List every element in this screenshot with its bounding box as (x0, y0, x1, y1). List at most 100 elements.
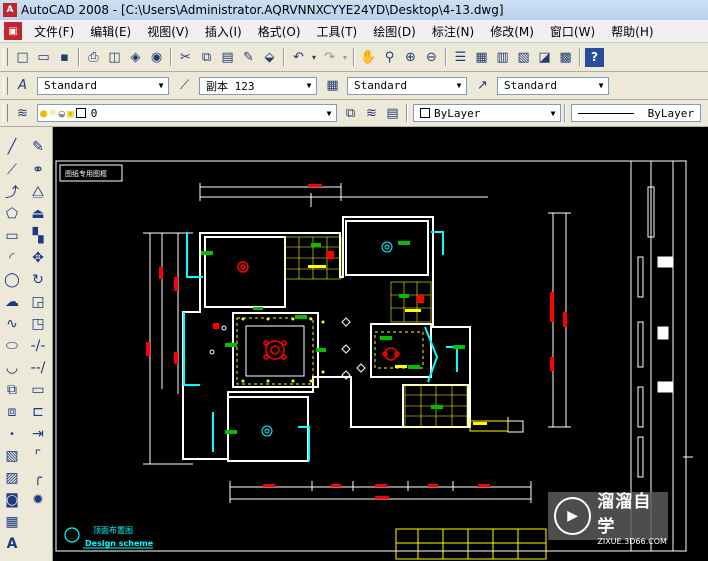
multileader-style-icon[interactable]: ↗ (473, 76, 492, 95)
menu-draw[interactable]: 绘图(D) (365, 23, 424, 40)
layer-select[interactable]: ● ☼ ◒ ▣ 0 ▼ (37, 104, 337, 122)
gradient-icon[interactable]: ▨ (2, 468, 22, 488)
multiline-text-icon[interactable]: A (2, 534, 22, 554)
offset-icon[interactable]: ⏏ (28, 204, 48, 224)
polyline-icon[interactable]: ⤴ (2, 182, 22, 202)
menu-format[interactable]: 格式(O) (250, 23, 309, 40)
chevron-down-icon[interactable]: ▼ (322, 105, 336, 121)
rectangle-icon[interactable]: ▭ (2, 226, 22, 246)
zoom-window-icon[interactable]: ⊕ (401, 48, 420, 67)
open-file-icon[interactable]: ▭ (34, 48, 53, 67)
move-icon[interactable]: ✥ (28, 248, 48, 268)
mirror-icon[interactable]: ⧋ (28, 182, 48, 202)
redo-icon[interactable]: ↷ (320, 48, 339, 67)
circle-icon[interactable]: ◯ (2, 270, 22, 290)
color-select[interactable]: ByLayer ▼ (413, 104, 561, 122)
hatch-icon[interactable]: ▧ (2, 446, 22, 466)
layer-states-icon[interactable]: ▤ (383, 104, 402, 123)
dim-style-select[interactable]: 副本 123 ▼ (199, 76, 317, 95)
tool-palettes-icon[interactable]: ▥ (493, 48, 512, 67)
extend-icon[interactable]: --/ (28, 358, 48, 378)
help-icon[interactable]: ? (585, 47, 604, 67)
erase-icon[interactable]: ✎ (28, 137, 48, 157)
copy-object-icon[interactable]: ⚭ (28, 160, 48, 180)
table-style-icon[interactable]: ▦ (323, 76, 342, 95)
properties-icon[interactable]: ☰ (451, 48, 470, 67)
calculator-icon[interactable]: ▩ (556, 48, 575, 67)
layer-manager-icon[interactable]: ≋ (13, 104, 32, 123)
menu-view[interactable]: 视图(V) (139, 23, 197, 40)
polygon-icon[interactable]: ⬠ (2, 204, 22, 224)
construction-line-icon[interactable]: ⟋ (2, 160, 22, 180)
text-style-icon[interactable]: A (13, 76, 32, 95)
cut-icon[interactable]: ✂ (176, 48, 195, 67)
zoom-realtime-icon[interactable]: ⚲ (380, 48, 399, 67)
trim-icon[interactable]: -/- (28, 336, 48, 356)
menu-help[interactable]: 帮助(H) (603, 23, 661, 40)
chevron-down-icon[interactable]: ▼ (154, 78, 168, 94)
multileader-style-select[interactable]: Standard ▼ (497, 76, 609, 95)
markup-icon[interactable]: ◪ (535, 48, 554, 67)
make-current-layer-icon[interactable]: ⧉ (341, 104, 360, 123)
insert-block-icon[interactable]: ⧉ (2, 380, 22, 400)
rotate-icon[interactable]: ↻ (28, 270, 48, 290)
print-icon[interactable]: ⎙ (84, 48, 103, 67)
region-icon[interactable]: ◙ (2, 490, 22, 510)
text-style-select[interactable]: Standard ▼ (37, 76, 169, 95)
copy-icon[interactable]: ⧉ (197, 48, 216, 67)
table-style-select[interactable]: Standard ▼ (347, 76, 467, 95)
spline-icon[interactable]: ∿ (2, 314, 22, 334)
redo-dropdown-icon[interactable]: ▾ (341, 48, 349, 67)
chevron-down-icon[interactable]: ▼ (452, 78, 466, 94)
ellipse-arc-icon[interactable]: ◡ (2, 358, 22, 378)
3d-dwf-icon[interactable]: ◉ (147, 48, 166, 67)
point-icon[interactable]: • (2, 424, 22, 444)
chamfer-icon[interactable]: ⌜ (28, 446, 48, 466)
paste-icon[interactable]: ▤ (218, 48, 237, 67)
autocad-app-icon[interactable]: A (3, 3, 17, 17)
toolbar-grip[interactable] (3, 104, 8, 122)
document-icon[interactable]: ▣ (4, 22, 22, 40)
scale-icon[interactable]: ◲ (28, 292, 48, 312)
match-properties-icon[interactable]: ✎ (239, 48, 258, 67)
block-editor-icon[interactable]: ⬙ (260, 48, 279, 67)
menu-dimension[interactable]: 标注(N) (424, 23, 482, 40)
join-icon[interactable]: ⇥ (28, 424, 48, 444)
menu-edit[interactable]: 编辑(E) (82, 23, 139, 40)
toolbar-grip[interactable] (3, 76, 8, 95)
menu-file[interactable]: 文件(F) (26, 23, 82, 40)
chevron-down-icon[interactable]: ▼ (594, 78, 608, 94)
undo-icon[interactable]: ↶ (289, 48, 308, 67)
dim-style-icon[interactable]: ⟋ (175, 76, 194, 95)
linetype-select[interactable]: ByLayer (571, 104, 701, 122)
break-at-point-icon[interactable]: ▭ (28, 380, 48, 400)
revision-cloud-icon[interactable]: ☁ (2, 292, 22, 312)
new-file-icon[interactable]: □ (13, 48, 32, 67)
table-icon[interactable]: ▦ (2, 512, 22, 532)
undo-dropdown-icon[interactable]: ▾ (310, 48, 318, 67)
menu-modify[interactable]: 修改(M) (482, 23, 542, 40)
toolbar-grip[interactable] (3, 48, 8, 66)
array-icon[interactable]: ▚ (28, 226, 48, 246)
stretch-icon[interactable]: ◳ (28, 314, 48, 334)
chevron-down-icon[interactable]: ▼ (302, 78, 316, 94)
explode-icon[interactable]: ✹ (28, 490, 48, 510)
break-icon[interactable]: ⊏ (28, 402, 48, 422)
chevron-down-icon[interactable]: ▼ (546, 105, 560, 121)
menu-insert[interactable]: 插入(I) (197, 23, 250, 40)
design-center-icon[interactable]: ▦ (472, 48, 491, 67)
pan-icon[interactable]: ✋ (359, 48, 378, 67)
fillet-icon[interactable]: ╭ (28, 468, 48, 488)
menu-tools[interactable]: 工具(T) (309, 23, 366, 40)
menu-window[interactable]: 窗口(W) (542, 23, 603, 40)
zoom-previous-icon[interactable]: ⊖ (422, 48, 441, 67)
make-block-icon[interactable]: ⧈ (2, 402, 22, 422)
save-icon[interactable]: ▪ (55, 48, 74, 67)
layer-previous-icon[interactable]: ≋ (362, 104, 381, 123)
line-icon[interactable]: ╱ (2, 137, 22, 157)
ellipse-icon[interactable]: ⬭ (2, 336, 22, 356)
publish-icon[interactable]: ◈ (126, 48, 145, 67)
print-preview-icon[interactable]: ◫ (105, 48, 124, 67)
arc-icon[interactable]: ◜ (2, 248, 22, 268)
sheet-set-icon[interactable]: ▧ (514, 48, 533, 67)
